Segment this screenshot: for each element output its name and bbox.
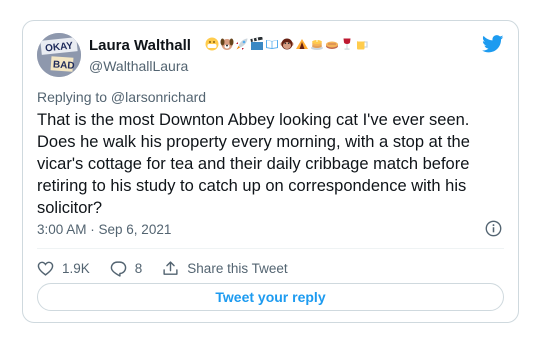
reply-action-button[interactable]: 8 bbox=[110, 260, 143, 277]
wine-glass-icon bbox=[343, 38, 351, 50]
tweet-text: That is the most Downton Abbey looking c… bbox=[37, 111, 470, 217]
avatar[interactable]: OKAY BAD bbox=[37, 33, 81, 77]
avatar-image: OKAY BAD bbox=[37, 33, 81, 77]
divider bbox=[37, 248, 504, 249]
tweet-your-reply-button[interactable]: Tweet your reply bbox=[37, 283, 504, 311]
open-book-icon bbox=[266, 40, 278, 49]
share-label: Share this Tweet bbox=[187, 260, 288, 276]
reply-count: 8 bbox=[134, 260, 143, 276]
author-handle[interactable]: @WalthallLaura bbox=[89, 58, 188, 74]
tweet-actions: 1.9K 8 Share this Tweet bbox=[37, 256, 308, 280]
pie-icon bbox=[326, 41, 338, 49]
pancakes-icon bbox=[311, 40, 323, 50]
tent-icon bbox=[296, 39, 308, 49]
monkey-face-icon bbox=[280, 38, 294, 50]
tweet-timestamp[interactable]: 3:00 AM · Sep 6, 2021 bbox=[37, 222, 171, 237]
beer-mug-icon bbox=[357, 39, 368, 50]
share-icon bbox=[163, 260, 178, 275]
replying-to-label[interactable]: Replying to @larsonrichard bbox=[37, 89, 206, 105]
grinning-mask-face-icon bbox=[205, 37, 219, 51]
like-button[interactable]: 1.9K bbox=[37, 260, 90, 277]
share-button[interactable]: Share this Tweet bbox=[162, 260, 288, 277]
dog-face-icon bbox=[220, 38, 234, 50]
info-icon[interactable] bbox=[485, 220, 502, 237]
reply-bubble-icon bbox=[110, 260, 127, 277]
avatar-text-bottom: BAD bbox=[53, 59, 75, 71]
tweet-card: OKAY BAD Laura Walthall @WalthallLaura R… bbox=[22, 20, 519, 323]
rocket-icon bbox=[236, 38, 248, 50]
like-count: 1.9K bbox=[62, 260, 90, 276]
twitter-bird-icon[interactable] bbox=[482, 35, 504, 53]
name-emoji-row bbox=[205, 37, 369, 51]
author-name[interactable]: Laura Walthall bbox=[89, 37, 191, 54]
clapper-board-icon bbox=[250, 37, 263, 50]
heart-icon bbox=[37, 261, 54, 276]
